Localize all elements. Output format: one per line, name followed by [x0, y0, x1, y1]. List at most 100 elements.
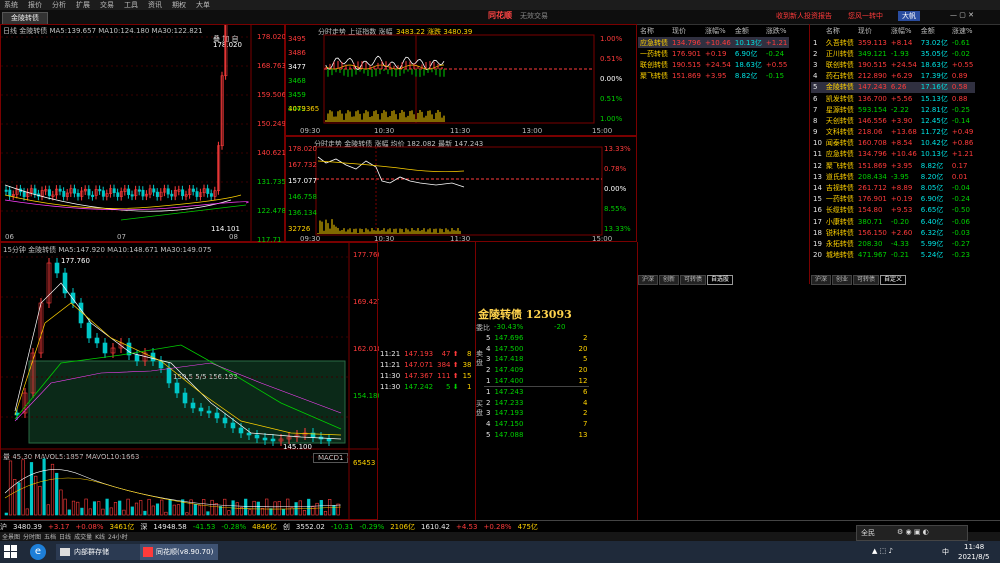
- sheet-tab[interactable]: 自定义: [880, 275, 907, 285]
- column-header[interactable]: 现价: [670, 25, 703, 37]
- watchlist-row[interactable]: 16 长缆转债 154.80 +9.53 6.65亿 -0.50: [811, 205, 975, 216]
- bottom-tab[interactable]: 成交量: [74, 532, 92, 541]
- clock-time[interactable]: 11:48: [964, 543, 984, 551]
- column-header[interactable]: 涨幅%: [889, 25, 919, 37]
- menu-item-8[interactable]: 大单: [196, 0, 210, 10]
- watchlist-row[interactable]: 19 永拓转债 208.30 -4.33 5.99亿 -0.27: [811, 238, 975, 249]
- trade-cell: 11:30: [380, 382, 401, 391]
- menu-item-5[interactable]: 工具: [124, 0, 138, 10]
- bottom-tab[interactable]: 24小时: [108, 532, 128, 541]
- watchlist-row[interactable]: 1 久吾转债 359.113 +8.14 73.02亿 -0.61: [811, 37, 975, 48]
- mini-watchlist-row[interactable]: 一药转债 176.901 +0.19 6.90亿 -0.24: [638, 48, 789, 59]
- ask-row[interactable]: 2 147.409 20: [484, 365, 589, 376]
- main-kline-panel[interactable]: 15分钟 金陵转债 MA5:147.920 MA10:148.671 MA30:…: [0, 242, 379, 521]
- column-header[interactable]: 名称: [824, 25, 856, 37]
- column-header[interactable]: [811, 25, 824, 37]
- floating-toolbar[interactable]: 全民 ⚙ ◉ ▣ ◐: [856, 525, 968, 541]
- column-header[interactable]: 金额: [733, 25, 764, 37]
- bid-row[interactable]: 5 147.088 13: [484, 429, 589, 440]
- bottom-tab[interactable]: K线: [95, 532, 105, 541]
- bottom-tab[interactable]: 日线: [59, 532, 71, 541]
- menu-item-2[interactable]: 分析: [52, 0, 66, 10]
- column-header[interactable]: 涨幅%: [703, 25, 733, 37]
- volume-bar: [63, 498, 67, 516]
- watchlist-row[interactable]: 7 星源转债 593.154 -2.22 12.81亿 -0.25: [811, 104, 975, 115]
- sheet-tab[interactable]: 可转债: [853, 275, 880, 285]
- clock-date[interactable]: 2021/8/5: [958, 553, 989, 561]
- bottom-tab[interactable]: 五档: [44, 532, 56, 541]
- sheet-tab[interactable]: 沪深: [811, 275, 832, 285]
- main-candle: [326, 438, 332, 442]
- ask-row[interactable]: 5 147.696 2: [484, 333, 589, 344]
- top-notice[interactable]: 收到新人投资报告: [776, 11, 832, 21]
- mini-watchlist-row[interactable]: 联创转债 190.515 +24.54 18.63亿 +0.55: [638, 59, 789, 70]
- mini-watchlist-row[interactable]: 应急转债 134.796 +10.46 10.13亿 +1.21: [638, 37, 790, 49]
- top-notice-2[interactable]: 您风一转中: [848, 11, 883, 21]
- watchlist-row[interactable]: 4 药石转债 212.890 +6.29 17.39亿 0.89: [811, 71, 975, 82]
- taskbar-item-ths[interactable]: 同花顺(v8.90.70): [140, 544, 218, 560]
- sheet-tab[interactable]: 可转债: [680, 275, 707, 285]
- menu-item-6[interactable]: 资讯: [148, 0, 162, 10]
- column-header[interactable]: 金额: [919, 25, 950, 37]
- menu-item-7[interactable]: 期权: [172, 0, 186, 10]
- index-intraday-panel[interactable]: 分时走势 上证指数 涨幅 3483.22 涨跌 3480.39 3495 3486…: [285, 24, 637, 136]
- sheet-tab[interactable]: 创新: [659, 275, 680, 285]
- cell: 3: [813, 60, 818, 69]
- ime-indicator[interactable]: 中: [942, 547, 949, 557]
- main-candle: [214, 412, 220, 419]
- watchlist-row[interactable]: 5 金陵转债 147.243 6.26 17.16亿 0.58: [811, 81, 976, 93]
- bid-row[interactable]: 4 147.150 7: [484, 419, 589, 430]
- tray-icons[interactable]: ▲ ⬚ ♪: [872, 547, 893, 555]
- volume-bar: [34, 475, 38, 516]
- bid-row[interactable]: 3 147.193 2: [484, 408, 589, 419]
- window-controls[interactable]: — ▢ ✕: [950, 11, 974, 19]
- bond-intraday-panel[interactable]: 分时走势 金陵转债 涨幅 均价 182.082 最新 147.243 178.0…: [285, 136, 637, 243]
- watchlist-row[interactable]: 11 应急转债 134.796 +10.46 10.13亿 +1.21: [811, 149, 975, 160]
- watchlist-row[interactable]: 13 道氏转债 208.434 -3.95 8.20亿 0.01: [811, 171, 975, 182]
- bottom-tab[interactable]: 分时图: [23, 532, 41, 541]
- ask-row[interactable]: 3 147.418 5: [484, 354, 589, 365]
- sheet-tab[interactable]: 创业: [832, 275, 853, 285]
- cell: 0.88: [951, 94, 968, 103]
- daily-candle: [4, 189, 8, 192]
- menu-item-1[interactable]: 报价: [28, 0, 42, 10]
- watchlist-row[interactable]: 17 小康转债 380.71 -0.20 6.40亿 -0.06: [811, 216, 975, 227]
- watchlist-row[interactable]: 20 城地转债 471.967 -0.21 5.24亿 -0.23: [811, 250, 975, 261]
- column-header[interactable]: 名称: [638, 25, 670, 37]
- column-header[interactable]: 涨速%: [950, 25, 975, 37]
- watchlist-row[interactable]: 10 闻泰转债 160.708 +8.54 10.42亿 +0.86: [811, 138, 975, 149]
- watchlist-row[interactable]: 12 聚飞转债 151.869 +3.95 8.82亿 0.17: [811, 160, 975, 171]
- ask-row[interactable]: 1 147.400 12: [484, 375, 590, 387]
- column-header[interactable]: 现价: [856, 25, 889, 37]
- main-candle: [270, 438, 276, 442]
- sheet-tab[interactable]: 沪深: [638, 275, 659, 285]
- watchlist-row[interactable]: 9 文科转债 218.06 +13.68 11.72亿 +0.49: [811, 127, 975, 138]
- watchlist-row[interactable]: 2 正川转债 349.121 -1.93 35.05亿 -0.02: [811, 48, 975, 59]
- ask-row[interactable]: 4 147.500 20: [484, 344, 589, 355]
- watchlist-row[interactable]: 6 凯发转债 136.700 +5.56 15.13亿 0.88: [811, 93, 975, 104]
- bid-row[interactable]: 1 147.243 6: [484, 386, 589, 397]
- cell: 久吾转债: [825, 38, 854, 47]
- column-header[interactable]: 涨跌%: [764, 25, 789, 37]
- mini-watchlist-row[interactable]: 聚飞转债 151.869 +3.95 8.82亿 -0.15: [638, 71, 789, 82]
- watchlist-row[interactable]: 8 天创转债 146.556 +3.90 12.45亿 -0.14: [811, 115, 975, 126]
- taskbar-item-storage[interactable]: 内部群存储: [56, 544, 140, 560]
- ie-browser-icon[interactable]: e: [30, 544, 46, 560]
- floating-toolbar-label: 全民: [861, 529, 875, 537]
- watchlist-row[interactable]: 18 锐科转债 156.150 +2.60 6.32亿 -0.03: [811, 227, 975, 238]
- daily-kline-panel[interactable]: 日线 金陵转债 MA5:139.657 MA10:124.180 MA30:12…: [0, 24, 286, 243]
- search-box[interactable]: 大帆: [898, 11, 920, 21]
- cell: -2.22: [890, 105, 909, 114]
- daily-candle: [58, 188, 62, 192]
- menu-item-4[interactable]: 交易: [100, 0, 114, 10]
- watchlist-row[interactable]: 15 一药转债 176.901 +0.19 6.90亿 -0.24: [811, 194, 975, 205]
- bid-row[interactable]: 2 147.233 4: [484, 398, 589, 409]
- sheet-tab[interactable]: 自选股: [707, 275, 734, 285]
- watchlist-row[interactable]: 3 联创转债 190.515 +24.54 18.63亿 +0.55: [811, 59, 975, 70]
- bottom-tab[interactable]: 全景图: [2, 532, 20, 541]
- menu-item-3[interactable]: 扩展: [76, 0, 90, 10]
- watchlist-row[interactable]: 14 吉视转债 261.712 +8.89 8.05亿 -0.04: [811, 182, 975, 193]
- cell: +2.60: [890, 228, 913, 237]
- windows-start-icon[interactable]: [4, 545, 18, 559]
- menu-item-0[interactable]: 系统: [4, 0, 18, 10]
